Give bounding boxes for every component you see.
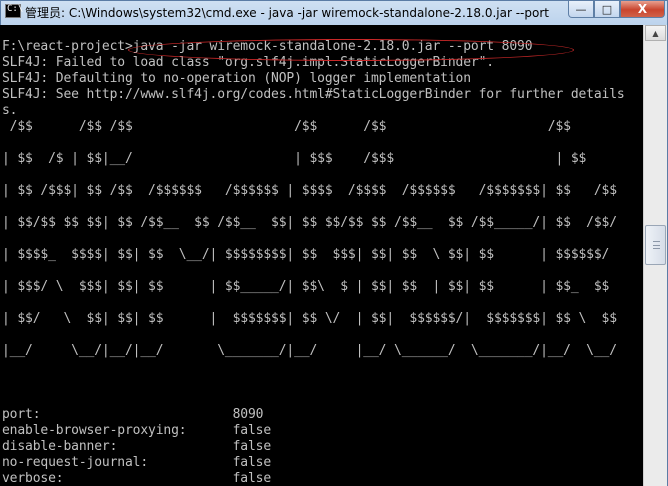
window-title: 管理员: C:\Windows\system32\cmd.exe - java …: [25, 6, 553, 20]
console-line: verbose: false: [2, 471, 272, 486]
console-line: | $$$$_ $$$$| $$| $$ \__/| $$$$$$$$| $$ …: [2, 247, 610, 262]
console-line: | $$ /$ | $$|__/ | $$$ /$$$ | $$: [2, 151, 587, 166]
console-line: SLF4J: Failed to load class "org.slf4j.i…: [2, 55, 494, 70]
console-line: | $$/ \ $$| $$| $$ | $$$$$$$| $$ \/ | $$…: [2, 311, 617, 326]
cmd-prompt-icon[interactable]: C:\: [5, 4, 23, 18]
minimize-button[interactable]: —: [568, 1, 594, 18]
console-line: s.: [2, 103, 18, 118]
console-line: enable-browser-proxying: false: [2, 423, 272, 438]
grip-icon: [653, 241, 660, 249]
console-line: disable-banner: false: [2, 439, 272, 454]
caption-buttons: — □ X: [568, 1, 665, 19]
console-line: |__/ \__/|__/|__/ \_______/|__/ |__/ \__…: [2, 343, 617, 358]
console-line: | $$/$$ $$ $$| $$ /$$__ $$ /$$__ $$| $$ …: [2, 215, 617, 230]
console-line: | $$$/ \ $$$| $$| $$ | $$_____/| $$\ $ |…: [2, 279, 610, 294]
console-line: /$$ /$$ /$$ /$$ /$$ /$$: [2, 119, 571, 134]
close-button[interactable]: X: [620, 1, 665, 18]
console-line: SLF4J: Defaulting to no-operation (NOP) …: [2, 71, 471, 86]
console-output[interactable]: F:\react-project>java -jar wiremock-stan…: [0, 25, 643, 486]
console-line: no-request-journal: false: [2, 455, 272, 470]
console-line: F:\react-project>java -jar wiremock-stan…: [2, 39, 533, 54]
maximize-button[interactable]: □: [594, 1, 620, 18]
vertical-scrollbar[interactable]: ▲: [643, 25, 667, 486]
scroll-up-arrow-icon[interactable]: ▲: [645, 25, 666, 41]
scroll-thumb[interactable]: [645, 225, 666, 265]
console-line: SLF4J: See http://www.slf4j.org/codes.ht…: [2, 87, 625, 102]
console-line: port: 8090: [2, 407, 264, 422]
console-line: | $$ /$$$| $$ /$$ /$$$$$$ /$$$$$$ | $$$$…: [2, 183, 617, 198]
title-bar[interactable]: C:\ 管理员: C:\Windows\system32\cmd.exe - j…: [1, 1, 668, 25]
console-lines: F:\react-project>java -jar wiremock-stan…: [2, 39, 625, 486]
